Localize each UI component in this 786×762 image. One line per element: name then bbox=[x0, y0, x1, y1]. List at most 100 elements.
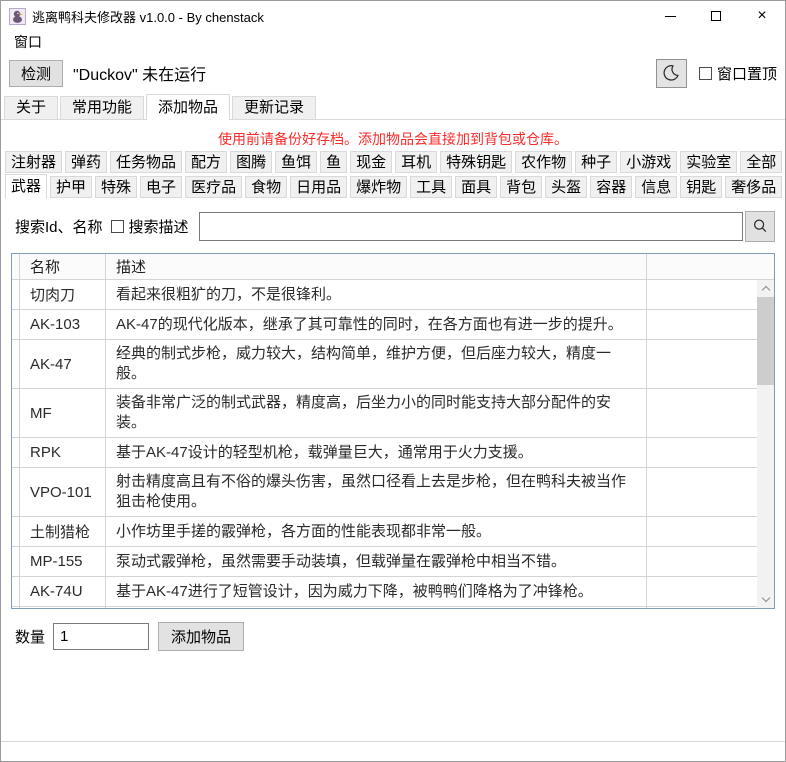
minimize-button[interactable] bbox=[647, 1, 693, 31]
row-header[interactable] bbox=[12, 340, 20, 388]
main-tab[interactable]: 常用功能 bbox=[60, 96, 144, 119]
add-item-button[interactable]: 添加物品 bbox=[158, 622, 244, 651]
item-name-cell[interactable]: VPO-101 bbox=[20, 468, 106, 516]
category-tab[interactable]: 爆炸物 bbox=[350, 176, 407, 198]
category-tab[interactable]: 食物 bbox=[245, 176, 287, 198]
row-header[interactable] bbox=[12, 517, 20, 546]
column-header-name[interactable]: 名称 bbox=[20, 254, 106, 279]
category-tab[interactable]: 耳机 bbox=[395, 151, 437, 173]
main-tab[interactable]: 添加物品 bbox=[146, 94, 230, 120]
category-tab[interactable]: 背包 bbox=[500, 176, 542, 198]
table-row[interactable]: AK-47经典的制式步枪，威力较大，结构简单，维护方便，但后座力较大，精度一般。 bbox=[12, 340, 774, 389]
scrollbar-thumb[interactable] bbox=[757, 297, 774, 385]
item-name-cell[interactable]: RPK bbox=[20, 438, 106, 467]
category-tab[interactable]: 全部 bbox=[740, 151, 782, 173]
warning-text: 使用前请备份好存档。添加物品会直接加到背包或仓库。 bbox=[1, 129, 785, 149]
menu-item-window[interactable]: 窗口 bbox=[10, 31, 46, 53]
category-tab[interactable]: 现金 bbox=[350, 151, 392, 173]
item-desc-cell[interactable]: 射击精度高且有不俗的爆头伤害，虽然口径看上去是步枪，但在鸭科夫被当作狙击枪使用。 bbox=[106, 468, 647, 516]
theme-toggle-button[interactable] bbox=[656, 59, 687, 88]
category-tab[interactable]: 特殊钥匙 bbox=[440, 151, 512, 173]
item-name-cell[interactable]: 格力克 bbox=[20, 607, 106, 609]
item-desc-cell[interactable]: 小作坊里手搓的霰弹枪，各方面的性能表现都非常一般。 bbox=[106, 517, 647, 546]
category-tab[interactable]: 武器 bbox=[5, 174, 47, 199]
category-tab[interactable]: 奢侈品 bbox=[725, 176, 782, 198]
item-desc-cell[interactable]: 看起来很粗犷的刀，不是很锋利。 bbox=[106, 280, 647, 309]
topmost-checkbox[interactable] bbox=[699, 67, 712, 80]
category-tab[interactable]: 实验室 bbox=[680, 151, 737, 173]
search-input[interactable] bbox=[199, 212, 743, 241]
item-name-cell[interactable]: MP-155 bbox=[20, 547, 106, 576]
scroll-up-button[interactable] bbox=[757, 280, 774, 297]
search-desc-checkbox[interactable] bbox=[111, 220, 124, 233]
category-tab[interactable]: 鱼 bbox=[320, 151, 347, 173]
item-name-cell[interactable]: 土制猎枪 bbox=[20, 517, 106, 546]
category-tab[interactable]: 面具 bbox=[455, 176, 497, 198]
category-tab[interactable]: 头盔 bbox=[545, 176, 587, 198]
table-row[interactable]: VPO-101射击精度高且有不俗的爆头伤害，虽然口径看上去是步枪，但在鸭科夫被当… bbox=[12, 468, 774, 517]
category-tab[interactable]: 容器 bbox=[590, 176, 632, 198]
row-filler bbox=[647, 577, 774, 606]
scroll-down-button[interactable] bbox=[757, 591, 774, 608]
duck-app-icon bbox=[9, 8, 26, 25]
category-tab[interactable]: 日用品 bbox=[290, 176, 347, 198]
category-tab[interactable]: 注射器 bbox=[5, 151, 62, 173]
row-filler bbox=[647, 607, 774, 609]
item-name-cell[interactable]: MF bbox=[20, 389, 106, 437]
table-row[interactable]: 土制猎枪小作坊里手搓的霰弹枪，各方面的性能表现都非常一般。 bbox=[12, 517, 774, 547]
search-button[interactable] bbox=[745, 211, 775, 242]
table-row[interactable]: AK-74U基于AK-47进行了短管设计，因为威力下降，被鸭鸭们降格为了冲锋枪。 bbox=[12, 577, 774, 607]
category-tab[interactable]: 电子 bbox=[140, 176, 182, 198]
category-tab[interactable]: 鱼饵 bbox=[275, 151, 317, 173]
table-row[interactable]: AK-103AK-47的现代化版本，继承了其可靠性的同时，在各方面也有进一步的提… bbox=[12, 310, 774, 340]
main-tab[interactable]: 关于 bbox=[4, 96, 58, 119]
item-desc-cell[interactable]: 经典的制式步枪，威力较大，结构简单，维护方便，但后座力较大，精度一般。 bbox=[106, 340, 647, 388]
category-tab[interactable]: 种子 bbox=[575, 151, 617, 173]
close-button[interactable]: × bbox=[739, 1, 785, 31]
row-filler bbox=[647, 547, 774, 576]
category-tab[interactable]: 信息 bbox=[635, 176, 677, 198]
category-tab[interactable]: 钥匙 bbox=[680, 176, 722, 198]
row-header[interactable] bbox=[12, 438, 20, 467]
table-row[interactable]: RPK基于AK-47设计的轻型机枪，载弹量巨大，通常用于火力支援。 bbox=[12, 438, 774, 468]
item-desc-cell[interactable]: 装备非常广泛的制式武器，精度高，后坐力小的同时能支持大部分配件的安装。 bbox=[106, 389, 647, 437]
category-tab[interactable]: 图腾 bbox=[230, 151, 272, 173]
row-header[interactable] bbox=[12, 389, 20, 437]
table-row[interactable]: 格力克重量轻，可靠性高，弹容量大，深受各路鸭鸭的喜欢。 bbox=[12, 607, 774, 609]
category-tab[interactable]: 小游戏 bbox=[620, 151, 677, 173]
row-header[interactable] bbox=[12, 607, 20, 609]
item-name-cell[interactable]: AK-103 bbox=[20, 310, 106, 339]
quantity-input[interactable] bbox=[53, 623, 149, 650]
category-tab[interactable]: 弹药 bbox=[65, 151, 107, 173]
item-name-cell[interactable]: AK-47 bbox=[20, 340, 106, 388]
item-name-cell[interactable]: 切肉刀 bbox=[20, 280, 106, 309]
category-tab[interactable]: 医疗品 bbox=[185, 176, 242, 198]
row-header[interactable] bbox=[12, 577, 20, 606]
category-tab[interactable]: 农作物 bbox=[515, 151, 572, 173]
item-desc-cell[interactable]: 基于AK-47设计的轻型机枪，载弹量巨大，通常用于火力支援。 bbox=[106, 438, 647, 467]
item-desc-cell[interactable]: 泵动式霰弹枪，虽然需要手动装填，但载弹量在霰弹枪中相当不错。 bbox=[106, 547, 647, 576]
detect-button[interactable]: 检测 bbox=[9, 60, 63, 87]
table-row[interactable]: MP-155泵动式霰弹枪，虽然需要手动装填，但载弹量在霰弹枪中相当不错。 bbox=[12, 547, 774, 577]
row-header[interactable] bbox=[12, 280, 20, 309]
column-header-filler bbox=[647, 254, 774, 279]
category-tab[interactable]: 配方 bbox=[185, 151, 227, 173]
main-tab[interactable]: 更新记录 bbox=[232, 96, 316, 119]
category-tab[interactable]: 任务物品 bbox=[110, 151, 182, 173]
row-header[interactable] bbox=[12, 310, 20, 339]
category-tab[interactable]: 工具 bbox=[410, 176, 452, 198]
magnifier-icon bbox=[751, 217, 769, 235]
column-header-desc[interactable]: 描述 bbox=[106, 254, 647, 279]
item-name-cell[interactable]: AK-74U bbox=[20, 577, 106, 606]
maximize-button[interactable] bbox=[693, 1, 739, 31]
row-header[interactable] bbox=[12, 547, 20, 576]
category-tab[interactable]: 特殊 bbox=[95, 176, 137, 198]
table-row[interactable]: MF装备非常广泛的制式武器，精度高，后坐力小的同时能支持大部分配件的安装。 bbox=[12, 389, 774, 438]
item-desc-cell[interactable]: 重量轻，可靠性高，弹容量大，深受各路鸭鸭的喜欢。 bbox=[106, 607, 647, 609]
category-tab[interactable]: 护甲 bbox=[50, 176, 92, 198]
vertical-scrollbar[interactable] bbox=[757, 280, 774, 608]
item-desc-cell[interactable]: AK-47的现代化版本，继承了其可靠性的同时，在各方面也有进一步的提升。 bbox=[106, 310, 647, 339]
table-row[interactable]: 切肉刀看起来很粗犷的刀，不是很锋利。 bbox=[12, 280, 774, 310]
item-desc-cell[interactable]: 基于AK-47进行了短管设计，因为威力下降，被鸭鸭们降格为了冲锋枪。 bbox=[106, 577, 647, 606]
row-header[interactable] bbox=[12, 468, 20, 516]
